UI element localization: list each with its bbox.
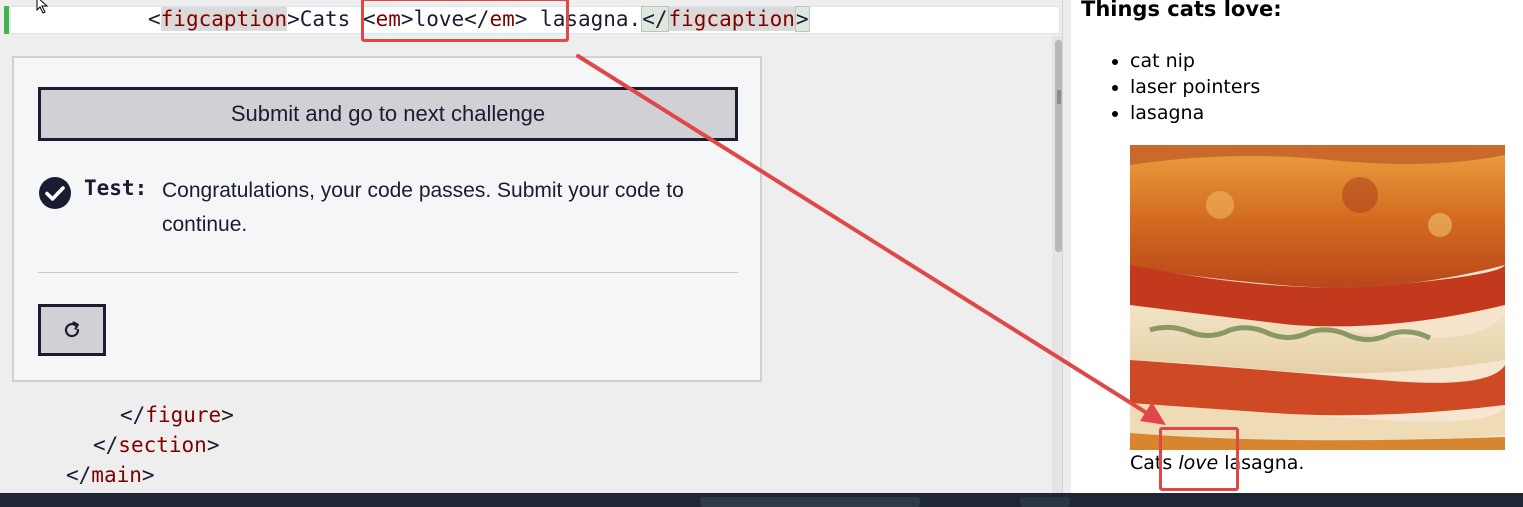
code-tag-name: main — [91, 463, 142, 487]
code-tag-name: figcaption — [668, 7, 795, 31]
gutter-change-marker — [4, 6, 9, 34]
code-token: > — [794, 6, 810, 32]
panel-divider — [38, 272, 738, 273]
code-text: Cats — [299, 7, 363, 31]
check-circle-icon — [39, 177, 71, 209]
mouse-cursor-icon — [36, 0, 49, 14]
test-label: Test: — [84, 176, 148, 200]
list-item: laser pointers — [1130, 74, 1260, 100]
code-token: </ — [120, 403, 146, 427]
code-token: > — [141, 463, 155, 487]
test-result-message: Congratulations, your code passes. Submi… — [162, 179, 684, 236]
list-item: cat nip — [1130, 48, 1260, 74]
code-tag-name: section — [118, 433, 207, 457]
code-token: </ — [66, 463, 92, 487]
code-line-close-main[interactable]: </main> — [66, 460, 155, 490]
code-token: < — [148, 7, 161, 31]
taskbar-item[interactable] — [700, 497, 920, 507]
scroll-marker — [1057, 90, 1061, 104]
code-token: </ — [641, 6, 669, 32]
test-results-panel: Submit and go to next challenge Test: Co… — [12, 56, 762, 382]
refresh-icon — [64, 321, 80, 338]
code-token: > — [287, 7, 300, 31]
annotation-box-code — [361, 0, 569, 42]
taskbar-item[interactable] — [1020, 497, 1070, 507]
code-line-close-figure[interactable]: </figure> — [120, 400, 234, 430]
preview-heading: Things cats love: — [1081, 0, 1282, 21]
code-token: > — [221, 403, 234, 427]
code-editor[interactable]: <figcaption>Cats <em>love</em> lasagna.<… — [0, 0, 1062, 493]
code-tag-name: figure — [145, 403, 222, 427]
code-line-close-section[interactable]: </section> — [93, 430, 219, 460]
editor-scrollbar-thumb[interactable] — [1055, 40, 1062, 252]
list-item: lasagna — [1130, 100, 1260, 126]
annotation-box-caption — [1159, 427, 1239, 491]
reset-code-button[interactable] — [38, 304, 106, 356]
code-token: </ — [93, 433, 119, 457]
lasagna-image — [1130, 145, 1505, 450]
submit-next-challenge-button[interactable]: Submit and go to next challenge — [38, 87, 738, 141]
preview-pane: Things cats love: cat nip laser pointers… — [1071, 0, 1523, 493]
code-tag-name: figcaption — [160, 7, 288, 31]
pane-resize-handle[interactable] — [1062, 0, 1071, 493]
cats-love-list: cat nip laser pointers lasagna — [1130, 48, 1260, 126]
code-token: > — [206, 433, 220, 457]
